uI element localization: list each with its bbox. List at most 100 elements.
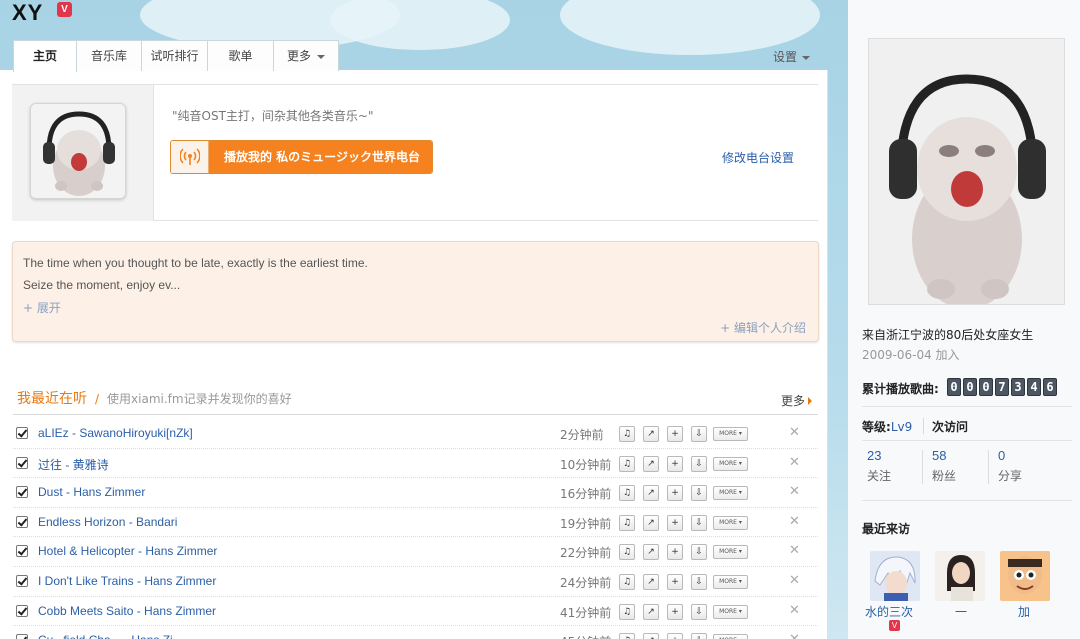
listen-button[interactable]: ♫ (619, 455, 635, 472)
settings-menu[interactable]: 设置 (773, 48, 811, 65)
listen-button[interactable]: ♫ (619, 573, 635, 590)
expand-intro-link[interactable]: + 展开 (23, 299, 61, 316)
delete-track-icon[interactable]: ✕ (789, 603, 800, 618)
track-more-button[interactable]: MORE ▾ (713, 604, 748, 619)
play-count-label: 累计播放歌曲: (862, 382, 939, 396)
headphones-icon: ♫ (622, 517, 632, 528)
share-button[interactable]: ↗ (643, 603, 659, 620)
track-more-button[interactable]: MORE ▾ (713, 515, 748, 530)
track-checkbox[interactable] (16, 574, 28, 587)
listen-button[interactable]: ♫ (619, 633, 635, 639)
tab-more[interactable]: 更多 (273, 40, 339, 71)
add-button[interactable]: + (667, 573, 683, 590)
stat-shares[interactable]: 0 分享 (998, 448, 1022, 484)
add-button[interactable]: + (667, 426, 683, 442)
track-more-button[interactable]: MORE ▾ (713, 634, 748, 639)
share-button[interactable]: ↗ (643, 455, 659, 472)
tab-listening-rank[interactable]: 试听排行 (141, 40, 208, 71)
delete-track-icon[interactable]: ✕ (789, 484, 800, 499)
track-checkbox[interactable] (16, 486, 28, 499)
add-button[interactable]: + (667, 603, 683, 620)
track-checkbox[interactable] (16, 604, 28, 617)
download-button[interactable]: ⇩ (691, 455, 707, 472)
download-button[interactable]: ⇩ (691, 603, 707, 620)
listen-button[interactable]: ♫ (619, 514, 635, 531)
listen-button[interactable]: ♫ (619, 485, 635, 502)
track-more-button[interactable]: MORE ▾ (713, 427, 748, 441)
download-button[interactable]: ⇩ (691, 426, 707, 442)
avatar[interactable] (30, 103, 126, 199)
tab-home[interactable]: 主页 (13, 40, 77, 72)
share-arrow-icon: ↗ (647, 517, 655, 528)
track-checkbox[interactable] (16, 545, 28, 558)
track-title-link[interactable]: Hotel & Helicopter - Hans Zimmer (38, 544, 217, 558)
add-button[interactable]: + (667, 485, 683, 502)
track-checkbox[interactable] (16, 456, 28, 469)
visitor-avatar[interactable] (870, 551, 920, 601)
download-button[interactable]: ⇩ (691, 633, 707, 639)
visitor-name[interactable]: 加 (1018, 603, 1030, 620)
add-button[interactable]: + (667, 544, 683, 561)
share-button[interactable]: ↗ (643, 633, 659, 639)
download-button[interactable]: ⇩ (691, 573, 707, 590)
delete-track-icon[interactable]: ✕ (789, 573, 800, 588)
following-count: 23 (867, 448, 882, 463)
edit-intro-link[interactable]: + 编辑个人介绍 (720, 319, 806, 336)
track-checkbox[interactable] (16, 634, 28, 639)
visitor-avatar[interactable] (935, 551, 985, 601)
stat-following[interactable]: 23 关注 (867, 448, 891, 484)
visitor-name[interactable]: 水的三次 (865, 603, 913, 620)
track-checkbox[interactable] (16, 427, 28, 439)
track-more-button[interactable]: MORE ▾ (713, 574, 748, 589)
delete-track-icon[interactable]: ✕ (789, 543, 800, 558)
add-button[interactable]: + (667, 455, 683, 472)
add-button[interactable]: + (667, 633, 683, 639)
track-more-button[interactable]: MORE ▾ (713, 486, 748, 501)
play-radio-button[interactable]: 播放我的 私のミュージック世界电台 (170, 140, 433, 174)
radio-description: "纯音OST主打，间杂其他各类音乐~" (172, 109, 374, 123)
tab-music-library[interactable]: 音乐库 (76, 40, 142, 71)
edit-radio-settings-link[interactable]: 修改电台设置 (722, 149, 794, 166)
delete-track-icon[interactable]: ✕ (789, 514, 800, 529)
play-count-digit: 4 (1027, 378, 1041, 396)
download-button[interactable]: ⇩ (691, 514, 707, 531)
share-button[interactable]: ↗ (643, 485, 659, 502)
profile-photo[interactable] (868, 38, 1065, 305)
track-title-link[interactable]: Cobb Meets Saito - Hans Zimmer (38, 604, 216, 618)
listen-button[interactable]: ♫ (619, 426, 635, 442)
delete-track-icon[interactable]: ✕ (789, 632, 800, 639)
track-checkbox[interactable] (16, 515, 28, 528)
share-arrow-icon: ↗ (647, 606, 655, 617)
track-title-link[interactable]: 过往 - 黄雅诗 (38, 456, 109, 473)
level-value[interactable]: Lv9 (891, 420, 912, 434)
add-button[interactable]: + (667, 514, 683, 531)
download-button[interactable]: ⇩ (691, 485, 707, 502)
visitor-avatar[interactable] (1000, 551, 1050, 601)
shares-label: 分享 (998, 469, 1023, 483)
listen-button[interactable]: ♫ (619, 544, 635, 561)
share-button[interactable]: ↗ (643, 514, 659, 531)
download-button[interactable]: ⇩ (691, 544, 707, 561)
track-more-button[interactable]: MORE ▾ (713, 545, 748, 560)
recent-more-label: 更多 (781, 394, 806, 408)
track-title-link[interactable]: I Don't Like Trains - Hans Zimmer (38, 574, 216, 588)
recent-more-link[interactable]: 更多 (781, 392, 813, 409)
visitor-name[interactable]: 一 (955, 603, 967, 620)
track-title-link[interactable]: Cu...field Cha... - Hans Zi... (38, 633, 183, 639)
track-title-link[interactable]: Endless Horizon - Bandari (38, 515, 177, 529)
delete-track-icon[interactable]: ✕ (789, 425, 800, 440)
track-title-link[interactable]: aLIEz - SawanoHiroyuki[nZk] (38, 426, 193, 440)
share-button[interactable]: ↗ (643, 544, 659, 561)
share-button[interactable]: ↗ (643, 426, 659, 442)
site-title[interactable]: XY (12, 0, 43, 28)
personal-intro-box: The time when you thought to be late, ex… (12, 241, 819, 342)
recent-track-list: aLIEz - SawanoHiroyuki[nZk] 2分钟前 ♫ ↗ + ⇩ MORE … (13, 419, 818, 639)
share-button[interactable]: ↗ (643, 573, 659, 590)
track-more-button[interactable]: MORE ▾ (713, 456, 748, 471)
listen-button[interactable]: ♫ (619, 603, 635, 620)
delete-track-icon[interactable]: ✕ (789, 455, 800, 470)
stat-followers[interactable]: 58 粉丝 (932, 448, 956, 484)
tab-playlists[interactable]: 歌单 (207, 40, 274, 71)
girl-avatar-image (935, 551, 985, 601)
track-title-link[interactable]: Dust - Hans Zimmer (38, 485, 145, 499)
